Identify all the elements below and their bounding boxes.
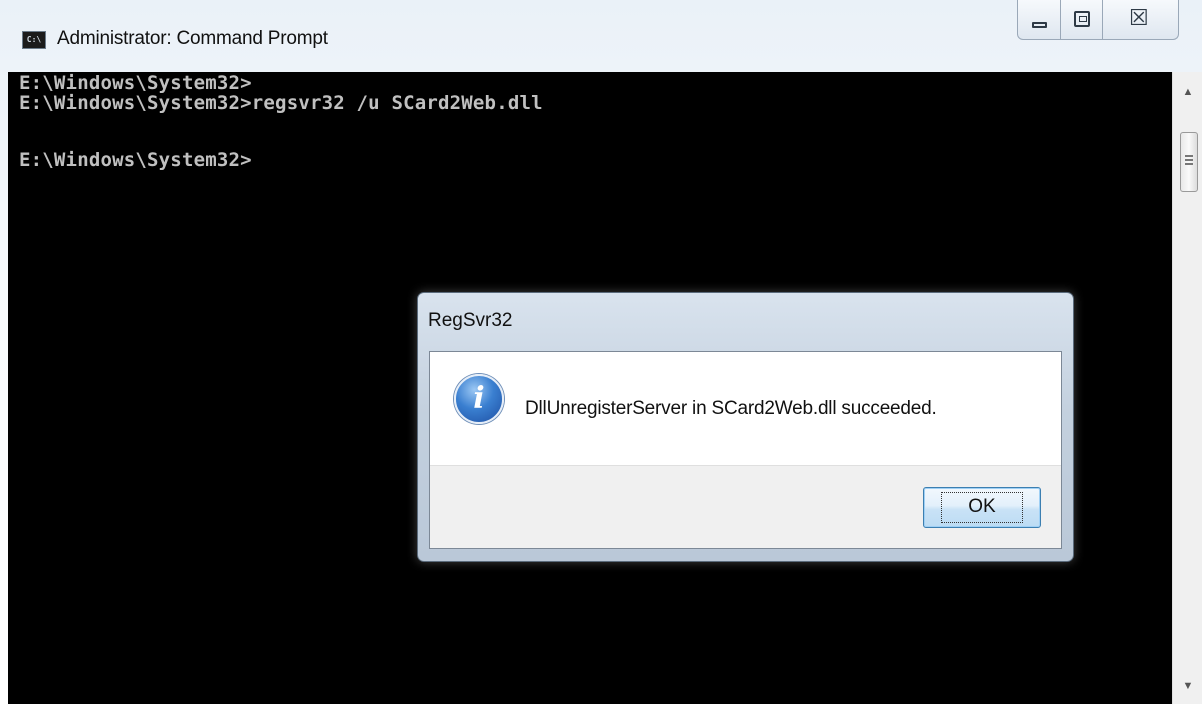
vertical-scrollbar[interactable]: ▲ ▼ bbox=[1172, 72, 1202, 704]
minimize-button[interactable] bbox=[1017, 0, 1061, 40]
caption-buttons: ☒ bbox=[1017, 0, 1202, 44]
dialog-message: DllUnregisterServer in SCard2Web.dll suc… bbox=[525, 398, 937, 419]
dialog-body: i DllUnregisterServer in SCard2Web.dll s… bbox=[429, 351, 1062, 549]
dialog-message-area: i DllUnregisterServer in SCard2Web.dll s… bbox=[430, 352, 1061, 465]
maximize-icon bbox=[1074, 11, 1090, 27]
scroll-thumb[interactable] bbox=[1180, 132, 1198, 192]
close-button[interactable]: ☒ bbox=[1103, 0, 1179, 40]
close-icon: ☒ bbox=[1129, 6, 1149, 31]
maximize-button[interactable] bbox=[1061, 0, 1103, 40]
window-title: Administrator: Command Prompt bbox=[57, 28, 328, 49]
console-line: E:\Windows\System32> bbox=[19, 72, 252, 94]
scroll-down-icon[interactable]: ▼ bbox=[1173, 672, 1202, 700]
dialog-title: RegSvr32 bbox=[428, 310, 513, 331]
console-line: E:\Windows\System32> bbox=[19, 149, 252, 171]
scroll-up-icon[interactable]: ▲ bbox=[1173, 78, 1202, 106]
cmd-icon[interactable]: C:\ bbox=[22, 31, 46, 49]
dialog-footer: OK bbox=[430, 465, 1061, 548]
info-icon: i bbox=[454, 374, 504, 424]
console-line: E:\Windows\System32>regsvr32 /u SCard2We… bbox=[19, 92, 543, 114]
title-bar[interactable]: C:\ Administrator: Command Prompt ☒ bbox=[0, 0, 1202, 72]
minimize-icon bbox=[1032, 22, 1047, 28]
grip-icon bbox=[1185, 155, 1193, 165]
ok-button-label: OK bbox=[941, 492, 1023, 523]
regsvr32-dialog: RegSvr32 i DllUnregisterServer in SCard2… bbox=[417, 292, 1074, 562]
ok-button[interactable]: OK bbox=[923, 487, 1041, 528]
